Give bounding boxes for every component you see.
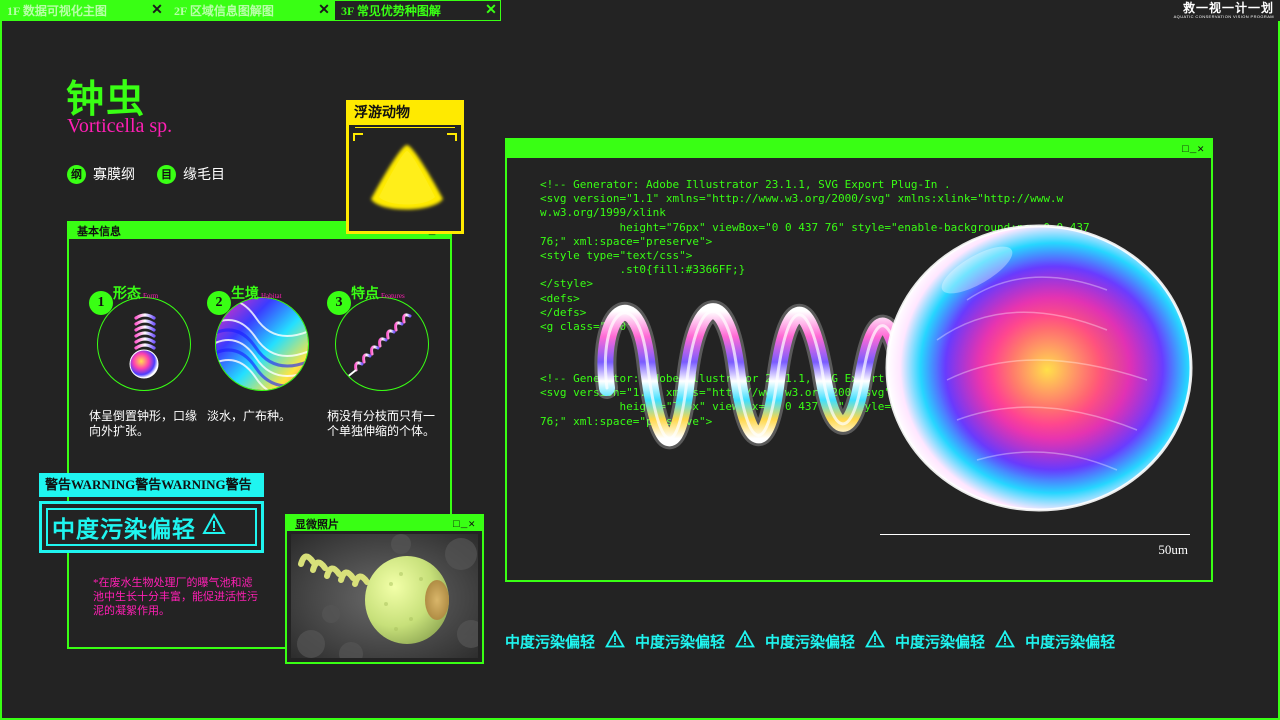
feature-title: 生境 Habitat xyxy=(231,283,282,303)
warning-strip: 警告WARNING警告WARNING警告 xyxy=(39,473,264,497)
brand-logo: 救一视一计一划 AQUATIC CONSERVATION VISION PROG… xyxy=(1174,2,1274,19)
micrograph-image xyxy=(291,534,478,658)
feature-habitat-image xyxy=(215,297,309,391)
scale-bar xyxy=(880,534,1190,535)
feature-title-en: Features xyxy=(381,292,405,300)
taxonomy-row: 纲 寡膜纲 目 缘毛目 xyxy=(67,164,247,184)
feature-number: 3 xyxy=(327,291,351,315)
feature-description: 淡水，广布种。 xyxy=(207,409,292,423)
ticker-text: 中度污染偏轻 xyxy=(505,635,596,651)
tab-dominant-species[interactable]: 3F 常见优势种图解 ✕ xyxy=(334,0,501,21)
pollution-level-text: 中度污染偏轻 xyxy=(52,517,196,542)
feature-title: 特点 Features xyxy=(351,283,405,303)
ticker-text: 中度污染偏轻 xyxy=(765,635,856,651)
tab-label: 3F 常见优势种图解 xyxy=(341,4,441,18)
close-icon[interactable]: ✕ xyxy=(148,2,166,19)
feature-form-image xyxy=(97,297,191,391)
brand-subtitle: AQUATIC CONSERVATION VISION PROGRAM xyxy=(1173,14,1274,19)
window-title: 显微照片 xyxy=(295,518,339,531)
warning-triangle-icon xyxy=(865,629,886,653)
pollution-level-inner: 中度污染偏轻 xyxy=(46,508,257,546)
tab-label: 2F 区域信息图解图 xyxy=(174,4,274,18)
feature-characteristics-image xyxy=(335,297,429,391)
feature-title-cn: 特点 xyxy=(351,287,379,302)
ticker-item: 中度污染偏轻 xyxy=(765,629,886,653)
feature-number: 1 xyxy=(89,291,113,315)
ticker-text: 中度污染偏轻 xyxy=(635,635,726,651)
tab-label: 1F 数据可视化主图 xyxy=(7,4,107,18)
habitat-note: *在废水生物处理厂的曝气池和滤池中生长十分丰富，能促进活性污泥的凝絮作用。 xyxy=(93,577,258,617)
feature-title-en: Form xyxy=(143,292,159,300)
feature-number: 2 xyxy=(207,291,231,315)
tab-bar: 1F 数据可视化主图 ✕ 2F 区域信息图解图 ✕ 3F 常见优势种图解 ✕ 救… xyxy=(0,0,1280,21)
feature-title-cn: 形态 xyxy=(113,287,141,302)
window-title: 基本信息 xyxy=(77,226,121,238)
category-card: 浮游动物 xyxy=(346,100,464,234)
class-value: 寡膜纲 xyxy=(93,168,135,183)
illustration-window: □_✕ <!-- Generator: Adobe Illustrator 23… xyxy=(505,138,1213,582)
scale-label: 50um xyxy=(1158,542,1188,557)
feature-title: 形态 Form xyxy=(113,283,158,303)
ticker-text: 中度污染偏轻 xyxy=(1025,635,1116,651)
order-badge: 目 xyxy=(157,164,176,184)
pollution-level-box: 中度污染偏轻 xyxy=(39,501,264,553)
window-controls-icon[interactable]: □_✕ xyxy=(453,517,476,531)
ticker-text: 中度污染偏轻 xyxy=(895,635,986,651)
feature-title-en: Habitat xyxy=(261,292,282,300)
warning-triangle-icon xyxy=(604,629,626,653)
close-icon[interactable]: ✕ xyxy=(315,2,333,19)
vorticella-illustration xyxy=(594,224,1193,512)
zooplankton-icon xyxy=(371,145,443,210)
divider xyxy=(355,127,455,128)
feature-description: 柄没有分枝而只有一个单独伸缩的个体。 xyxy=(327,409,436,438)
class-badge: 纲 xyxy=(67,164,86,184)
warning-triangle-icon xyxy=(202,512,226,541)
ticker-item: 中度污染偏轻 xyxy=(1025,631,1115,652)
close-icon[interactable]: ✕ xyxy=(482,2,500,19)
species-name-latin: Vorticella sp. xyxy=(67,115,173,137)
feature-description: 体呈倒置钟形，口缘向外扩张。 xyxy=(89,409,198,438)
tab-data-visualization[interactable]: 1F 数据可视化主图 ✕ xyxy=(0,0,167,21)
ticker-item: 中度污染偏轻 xyxy=(895,629,1016,653)
feature-title-cn: 生境 xyxy=(231,287,259,302)
order-value: 缘毛目 xyxy=(183,168,225,183)
warning-triangle-icon xyxy=(995,629,1016,653)
warning-triangle-icon xyxy=(734,629,756,653)
window-titlebar: 显微照片 □_✕ xyxy=(287,516,482,531)
ticker-item: 中度污染偏轻 xyxy=(635,629,756,653)
warning-panel: 警告WARNING警告WARNING警告 中度污染偏轻 xyxy=(39,473,264,553)
micrograph-window: 显微照片 □_✕ xyxy=(285,514,484,664)
ticker-item: 中度污染偏轻 xyxy=(505,629,626,653)
brand-title: 救一视一计一划 xyxy=(1182,1,1274,15)
tab-region-diagram[interactable]: 2F 区域信息图解图 ✕ xyxy=(167,0,334,21)
category-label: 浮游动物 xyxy=(349,103,461,125)
pollution-ticker: 中度污染偏轻 中度污染偏轻 中度污染偏轻 中度污染偏轻 中度污染偏轻 xyxy=(505,629,1225,653)
